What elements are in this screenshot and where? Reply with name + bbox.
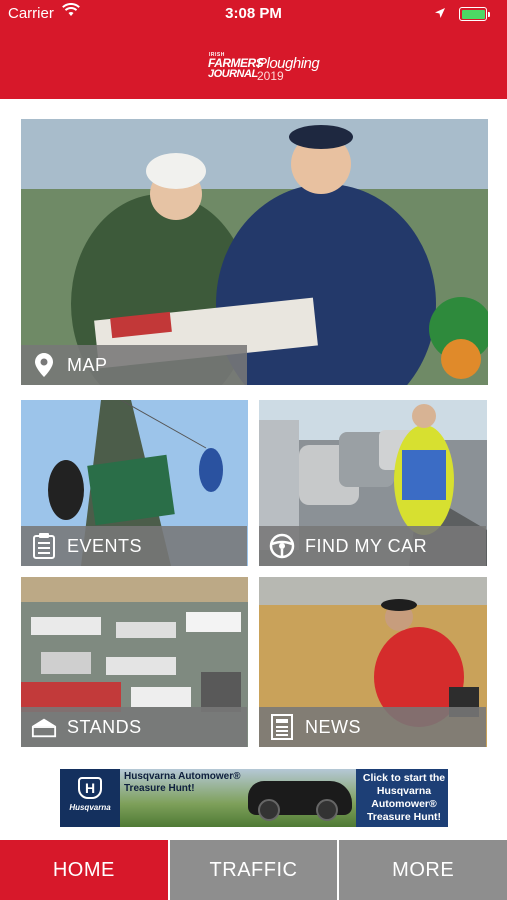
map-label: MAP (67, 354, 108, 375)
robot-mower-image (248, 781, 352, 821)
map-tile-bar: MAP (21, 345, 247, 385)
find-my-car-label: FIND MY CAR (305, 535, 428, 556)
husqvarna-logo-icon: H (78, 777, 102, 799)
find-my-car-tile[interactable]: FIND MY CAR (259, 400, 487, 566)
farmers-journal-ploughing-logo: IRISH FARMERS JOURNAL Ploughing 2019 (208, 52, 320, 83)
banner-headline: Husqvarna Automower® Treasure Hunt! (124, 771, 241, 794)
find-my-car-tile-bar: FIND MY CAR (259, 526, 486, 566)
banner-image: Husqvarna Automower® Treasure Hunt! (120, 769, 356, 827)
status-bar: Carrier 3:08 PM (0, 0, 507, 28)
location-pin-icon (31, 352, 57, 378)
clipboard-icon (31, 533, 57, 559)
news-label: NEWS (305, 716, 361, 737)
events-tile-bar: EVENTS (21, 526, 247, 566)
events-tile[interactable]: EVENTS (21, 400, 248, 566)
location-arrow-icon (434, 6, 446, 23)
logo-year: 2019 (257, 69, 284, 83)
logo-line3: JOURNAL (208, 68, 258, 80)
stands-tile[interactable]: STANDS (21, 577, 248, 747)
app-screen: Carrier 3:08 PM IRISH FARMERS JOURNAL Pl… (0, 0, 507, 900)
tab-more[interactable]: MORE (337, 840, 507, 900)
app-header: Carrier 3:08 PM IRISH FARMERS JOURNAL Pl… (0, 0, 507, 99)
steering-wheel-icon (269, 533, 295, 559)
battery-fill (461, 9, 485, 19)
news-tile-bar: NEWS (259, 707, 486, 747)
bottom-tab-bar: HOME TRAFFIC MORE (0, 840, 507, 900)
husqvarna-treasure-hunt-banner[interactable]: H Husqvarna Husqvarna Automower® Treasur… (60, 769, 448, 827)
banner-cta[interactable]: Click to start the Husqvarna Automower® … (360, 769, 448, 827)
clock: 3:08 PM (225, 5, 282, 22)
document-icon (269, 714, 295, 740)
husqvarna-brand-name: Husqvarna (69, 803, 111, 812)
stands-tile-bar: STANDS (21, 707, 247, 747)
husqvarna-brand-block: H Husqvarna (60, 769, 120, 827)
tab-traffic[interactable]: TRAFFIC (167, 840, 338, 900)
tent-icon (31, 714, 57, 740)
map-tile[interactable]: MAP (21, 119, 488, 385)
tab-home[interactable]: HOME (0, 840, 168, 900)
battery-icon (459, 7, 490, 21)
stands-label: STANDS (67, 716, 142, 737)
news-tile[interactable]: NEWS (259, 577, 487, 747)
events-label: EVENTS (67, 535, 143, 556)
